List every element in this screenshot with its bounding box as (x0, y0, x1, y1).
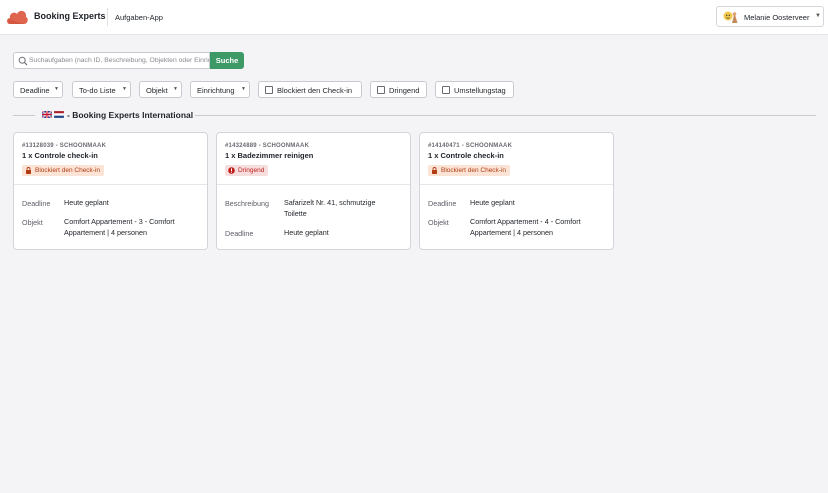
search-icon (18, 56, 28, 66)
objekt-label: Objekt (22, 218, 43, 227)
blocked-checkin-badge: Blockiert den Check-in (428, 165, 511, 176)
task-card[interactable]: #13128039 - SCHOONMAAK 1 x Controle chec… (13, 132, 208, 250)
user-avatar-icon (723, 11, 738, 23)
chevron-down-icon: ▼ (241, 86, 246, 92)
checkbox[interactable] (377, 86, 385, 94)
user-name: Melanie Oosterveer (744, 13, 810, 22)
checkbox[interactable] (442, 86, 450, 94)
card-divider (217, 184, 410, 185)
badge-label: Blockiert den Check-in (441, 167, 507, 174)
booking-experts-logo-icon[interactable] (6, 8, 28, 25)
filter-einrichtung-dropdown[interactable]: Einrichtung ▼ (190, 81, 250, 98)
lock-icon (26, 167, 31, 174)
chevron-down-icon: ▼ (122, 86, 127, 92)
task-title: 1 x Badezimmer reinigen (225, 151, 314, 160)
checkbox[interactable] (265, 86, 273, 94)
chevron-down-icon: ▼ (54, 86, 59, 92)
card-divider (14, 184, 207, 185)
group-divider-left (13, 115, 35, 116)
alert-icon (228, 167, 235, 174)
group-divider-right (195, 115, 816, 116)
objekt-value-line2: Appartement | 4 personen (470, 228, 553, 237)
task-title: 1 x Controle check-in (428, 151, 504, 160)
urgent-badge: Dringend (225, 165, 269, 176)
lock-icon (432, 167, 437, 174)
chevron-down-icon: ▼ (815, 13, 821, 19)
group-title: - Booking Experts International (67, 110, 194, 120)
beschreibung-value-line2: Toilette (284, 209, 307, 218)
filter-deadline-label: Deadline (20, 86, 50, 95)
blocked-checkin-badge: Blockiert den Check-in (22, 165, 105, 176)
objekt-label: Objekt (428, 218, 449, 227)
filter-todo-list-dropdown[interactable]: To-do Liste ▼ (72, 81, 131, 98)
search-input[interactable] (29, 54, 209, 67)
badge-label: Dringend (238, 167, 265, 174)
filter-blockiert-checkbox[interactable]: Blockiert den Check-in (258, 81, 362, 98)
objekt-value-line2: Appartement | 4 personen (64, 228, 147, 237)
objekt-value-line1: Comfort Appartement - 3 - Comfort (64, 217, 175, 226)
filter-dringend-checkbox[interactable]: Dringend (370, 81, 427, 98)
filter-dringend-label: Dringend (389, 86, 420, 95)
group-heading: - Booking Experts International (13, 109, 816, 121)
filter-einrichtung-label: Einrichtung (197, 86, 235, 95)
task-title: 1 x Controle check-in (22, 151, 98, 160)
task-card[interactable]: #14324889 - SCHOONMAAK 1 x Badezimmer re… (216, 132, 411, 250)
task-card[interactable]: #14140471 - SCHOONMAAK 1 x Controle chec… (419, 132, 614, 250)
nl-flag-icon (54, 111, 64, 118)
badge-label: Blockiert den Check-in (35, 167, 101, 174)
filter-deadline-dropdown[interactable]: Deadline ▼ (13, 81, 63, 98)
deadline-label: Deadline (22, 199, 51, 208)
beschreibung-value-line1: Safarizelt Nr. 41, schmutzige (284, 198, 376, 207)
search-box (13, 52, 210, 69)
chevron-down-icon: ▼ (173, 86, 178, 92)
deadline-label: Deadline (225, 229, 254, 238)
top-bar: Booking Experts Aufgaben-App Melanie Oos… (0, 0, 828, 35)
deadline-value: Heute geplant (284, 228, 329, 237)
filter-blockiert-label: Blockiert den Check-in (277, 86, 353, 95)
beschreibung-label: Beschreibung (225, 199, 269, 208)
user-menu-button[interactable]: Melanie Oosterveer ▼ (716, 6, 824, 27)
task-id: #14324889 - SCHOONMAAK (225, 143, 310, 149)
filter-umstellungstag-label: Umstellungstag (454, 86, 506, 95)
app-name[interactable]: Aufgaben-App (115, 13, 163, 22)
objekt-value-line1: Comfort Appartement - 4 - Comfort (470, 217, 581, 226)
filter-objekt-dropdown[interactable]: Objekt ▼ (139, 81, 182, 98)
card-divider (420, 184, 613, 185)
header-divider (107, 8, 108, 26)
filter-objekt-label: Objekt (146, 86, 168, 95)
task-id: #13128039 - SCHOONMAAK (22, 143, 107, 149)
filter-todo-list-label: To-do Liste (79, 86, 116, 95)
deadline-value: Heute geplant (64, 198, 109, 207)
deadline-label: Deadline (428, 199, 457, 208)
filter-umstellungstag-checkbox[interactable]: Umstellungstag (435, 81, 514, 98)
deadline-value: Heute geplant (470, 198, 515, 207)
search-button[interactable]: Suche (210, 52, 244, 69)
task-id: #14140471 - SCHOONMAAK (428, 143, 513, 149)
brand-name[interactable]: Booking Experts (34, 11, 106, 21)
gb-flag-icon (42, 111, 52, 118)
